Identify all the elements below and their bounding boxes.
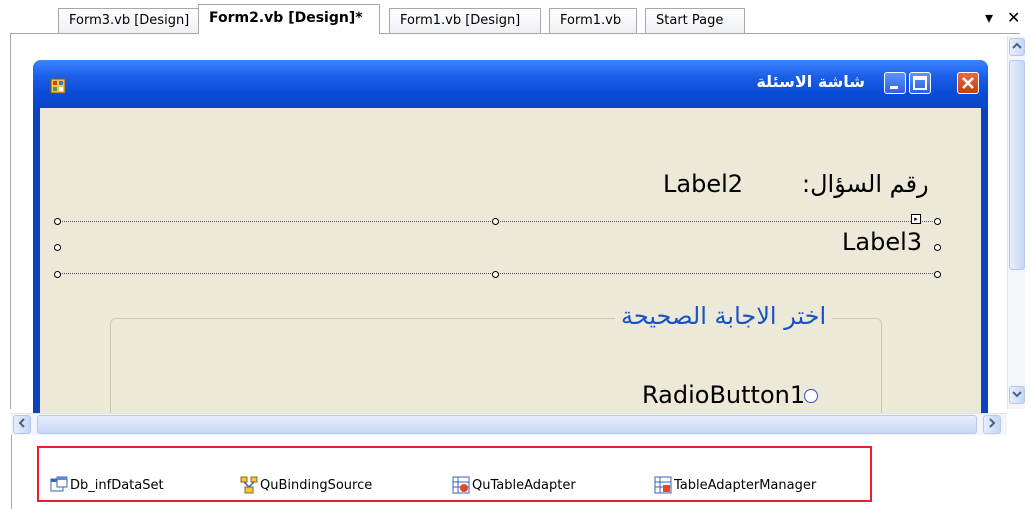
tray-item-tableadapter[interactable]: QuTableAdapter bbox=[472, 478, 576, 493]
chevron-up-icon bbox=[1012, 42, 1022, 49]
radiobutton1-label[interactable]: RadioButton1 bbox=[642, 381, 805, 409]
minimize-icon bbox=[890, 86, 898, 89]
label2-control[interactable]: Label2 bbox=[663, 170, 743, 198]
resize-handle[interactable] bbox=[934, 271, 941, 278]
table-adapter-icon bbox=[452, 476, 470, 494]
close-icon bbox=[962, 77, 974, 89]
chevron-right-icon bbox=[989, 418, 996, 428]
dataset-icon bbox=[50, 476, 68, 492]
form-app-icon bbox=[50, 78, 66, 94]
minimize-button[interactable] bbox=[884, 72, 906, 94]
label3-control[interactable]: Label3 bbox=[842, 228, 922, 256]
tray-item-tableadaptermanager[interactable]: TableAdapterManager bbox=[674, 478, 816, 493]
maximize-icon bbox=[913, 76, 927, 90]
selection-rectangle[interactable] bbox=[57, 221, 937, 274]
document-tab-strip: Form3.vb [Design] Form2.vb [Design]* For… bbox=[0, 0, 1035, 34]
smart-tag-icon[interactable]: ▸ bbox=[911, 214, 921, 224]
close-tab-icon[interactable]: ✕ bbox=[1007, 8, 1020, 27]
resize-handle[interactable] bbox=[934, 218, 941, 225]
resize-handle[interactable] bbox=[54, 271, 61, 278]
scroll-down-button[interactable] bbox=[1009, 386, 1025, 404]
tab-form1-design[interactable]: Form1.vb [Design] bbox=[389, 8, 541, 33]
tray-item-bindingsource[interactable]: QuBindingSource bbox=[260, 478, 372, 493]
resize-handle[interactable] bbox=[54, 244, 61, 251]
binding-source-icon bbox=[240, 476, 258, 494]
resize-handle[interactable] bbox=[934, 244, 941, 251]
resize-handle[interactable] bbox=[492, 218, 499, 225]
horizontal-scrollbar[interactable] bbox=[11, 413, 1007, 435]
tab-form2-design[interactable]: Form2.vb [Design]* bbox=[198, 4, 380, 34]
radiobutton1[interactable] bbox=[804, 389, 818, 403]
tab-list-dropdown-icon[interactable]: ▾ bbox=[985, 8, 993, 27]
close-button[interactable] bbox=[957, 72, 979, 94]
table-adapter-manager-icon bbox=[654, 476, 672, 494]
maximize-button[interactable] bbox=[909, 72, 931, 94]
form-title: شاشة الاسئلة bbox=[756, 72, 865, 91]
chevron-down-icon bbox=[1012, 391, 1022, 398]
resize-handle[interactable] bbox=[54, 218, 61, 225]
question-number-label[interactable]: رقم السؤال: bbox=[802, 170, 929, 198]
scroll-right-button[interactable] bbox=[983, 415, 1001, 434]
groupbox-caption: اختر الاجابة الصحيحة bbox=[615, 302, 833, 330]
tab-form3-design[interactable]: Form3.vb [Design] bbox=[58, 8, 199, 33]
scroll-up-button[interactable] bbox=[1009, 38, 1025, 56]
vertical-scrollbar[interactable] bbox=[1007, 36, 1025, 409]
chevron-left-icon bbox=[18, 418, 25, 428]
tray-item-dataset[interactable]: Db_infDataSet bbox=[70, 478, 164, 493]
vertical-scroll-thumb[interactable] bbox=[1009, 60, 1025, 270]
tab-start-page[interactable]: Start Page bbox=[645, 8, 745, 33]
scroll-left-button[interactable] bbox=[13, 415, 31, 434]
horizontal-scroll-thumb[interactable] bbox=[37, 415, 977, 434]
resize-handle[interactable] bbox=[492, 271, 499, 278]
tab-form1-code[interactable]: Form1.vb bbox=[549, 8, 637, 33]
